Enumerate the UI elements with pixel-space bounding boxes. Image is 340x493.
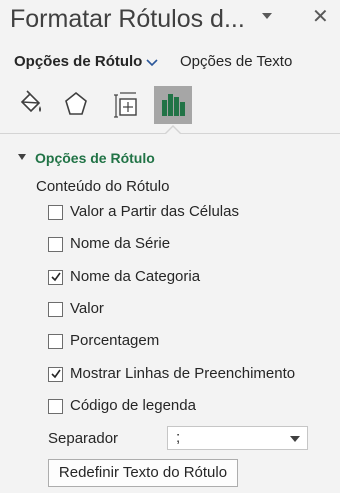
tab-text-options[interactable]: Opções de Texto — [180, 53, 292, 70]
checkmark-icon — [51, 272, 61, 282]
checkbox-unchecked[interactable] — [48, 334, 63, 349]
reset-label-text-button[interactable]: Redefinir Texto do Rótulo — [48, 459, 238, 487]
checkbox-checked[interactable] — [48, 367, 63, 382]
group-label: Conteúdo do Rótulo — [36, 178, 170, 195]
checkbox-label[interactable]: Valor a Partir das Células — [70, 203, 239, 220]
chevron-down-icon[interactable] — [145, 55, 159, 72]
checkbox-label[interactable]: Nome da Série — [70, 235, 170, 252]
icon-row — [0, 86, 340, 126]
checkbox-label[interactable]: Código de legenda — [70, 397, 196, 414]
checkbox-unchecked[interactable] — [48, 302, 63, 317]
checkbox-checked[interactable] — [48, 270, 63, 285]
checkmark-icon — [51, 369, 61, 379]
separator-value: ; — [176, 429, 181, 446]
checkbox-label[interactable]: Valor — [70, 300, 104, 317]
effects-pentagon-icon[interactable] — [57, 86, 95, 124]
close-icon[interactable]: ✕ — [312, 7, 329, 27]
checkbox-label[interactable]: Mostrar Linhas de Preenchimento — [70, 365, 295, 382]
selection-pointer-inner — [165, 127, 181, 135]
collapse-triangle-icon[interactable] — [18, 154, 26, 160]
triangle-down-icon[interactable] — [262, 13, 272, 19]
tab-label-options[interactable]: Opções de Rótulo — [14, 53, 142, 70]
tab-row: Opções de Rótulo Opções de Texto — [14, 53, 292, 70]
fill-line-icon[interactable] — [12, 86, 50, 124]
pane-title: Formatar Rótulos d... — [10, 5, 245, 33]
dropdown-arrow-icon[interactable] — [290, 436, 300, 442]
separator-select[interactable]: ; — [167, 426, 308, 450]
checkbox-unchecked[interactable] — [48, 399, 63, 414]
separator-label: Separador — [48, 430, 119, 447]
checkbox-label[interactable]: Nome da Categoria — [70, 268, 200, 285]
section-title[interactable]: Opções de Rótulo — [35, 150, 155, 166]
checkbox-label[interactable]: Porcentagem — [70, 332, 159, 349]
checkbox-unchecked[interactable] — [48, 205, 63, 220]
checkbox-unchecked[interactable] — [48, 237, 63, 252]
size-properties-icon[interactable] — [108, 86, 146, 124]
label-options-bar-chart-icon[interactable] — [154, 86, 192, 124]
